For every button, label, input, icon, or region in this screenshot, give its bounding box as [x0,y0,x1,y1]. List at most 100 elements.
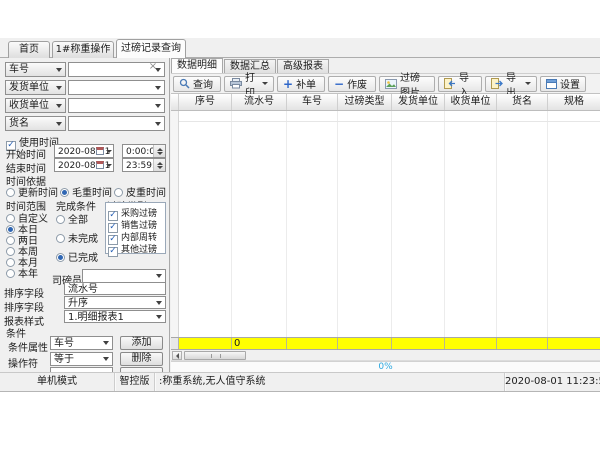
summary-cell [338,338,392,349]
summary-cell [548,338,600,349]
sort-order-select[interactable]: 升序 [64,296,166,309]
grid-column [338,111,392,337]
tab-record-query[interactable]: 过磅记录查询× [116,39,186,58]
tab-record-query-label: 过磅记录查询 [121,43,181,54]
content-area: 车号 发货单位 收货单位 [0,58,600,372]
add-condition-button[interactable]: 添加 [120,336,163,350]
chevron-down-icon [151,99,164,112]
start-date-picker[interactable]: 2020-08-01 [54,144,114,158]
void-label: 作废 [347,76,367,91]
summary-cell [497,338,548,349]
filter-field-receiver[interactable]: 收货单位 [5,98,66,113]
data-toolbar: 查询 打印 + 补单 − 作废 过磅图片 [171,73,600,94]
col-serial[interactable]: 流水号 [232,94,287,110]
picture-icon [385,79,397,89]
col-goods[interactable]: 货名 [497,94,548,110]
radio-range-year[interactable]: 本年 [6,265,38,280]
summary-row: 0 [171,337,600,350]
radio-state-finished-label: 已完成 [68,253,98,264]
filter-field-shipper-label: 发货单位 [9,82,49,93]
weigher-select[interactable] [82,269,166,283]
condition-op-label: 操作符 [8,355,38,370]
filter-field-goods-label: 货名 [9,118,29,129]
print-button[interactable]: 打印 [224,76,274,92]
tab-home[interactable]: 首页 [8,41,50,58]
radio-state-all-label: 全部 [68,215,88,226]
radio-icon [6,188,15,197]
tab-data-detail-label: 数据明细 [177,60,217,71]
filter-field-vehicle[interactable]: 车号 [5,62,66,77]
chevron-down-icon [52,117,65,130]
radio-state-all[interactable]: 全部 [56,211,88,226]
status-mode: 单机模式 [0,373,115,391]
col-spec[interactable]: 规格 [548,94,600,110]
col-shipper[interactable]: 发货单位 [392,94,445,110]
filter-field-goods[interactable]: 货名 [5,116,66,131]
tab-advanced-report[interactable]: 高级报表 [277,59,329,73]
chevron-down-icon [152,297,165,308]
condition-attr-select[interactable]: 车号 [50,336,113,350]
condition-op-select[interactable]: 等于 [50,352,113,366]
condition-attr-value: 车号 [54,338,74,349]
radio-icon [56,215,65,224]
end-date-picker[interactable]: 2020-08-01 [54,158,114,172]
plus-icon: + [283,79,293,89]
data-panel: 数据明细 数据汇总 高级报表 查询 打印 + 补单 [171,58,600,372]
chevron-down-icon [52,63,65,76]
table-body[interactable] [171,111,600,337]
sort-field-input[interactable]: 流水号 [64,282,166,295]
report-style-value: 1.明细报表1 [68,312,124,323]
scroll-left-arrow-icon[interactable] [172,351,182,360]
radio-gross-time[interactable]: 毛重时间 [60,184,112,199]
tab-weigh-operation[interactable]: 1#称重操作 [52,41,114,58]
import-button[interactable]: 导入 [438,76,482,92]
filter-value-goods[interactable] [68,116,165,131]
filter-value-receiver[interactable] [68,98,165,113]
sort-order-label: 排序字段 [4,299,44,314]
radio-tare-time[interactable]: 皮重时间 [114,184,166,199]
query-button[interactable]: 查询 [173,76,221,92]
tab-data-detail[interactable]: 数据明细 [171,58,223,73]
radio-state-unfinished[interactable]: 未完成 [56,230,98,245]
filter-field-vehicle-label: 车号 [9,64,29,75]
filter-field-shipper[interactable]: 发货单位 [5,80,66,95]
col-receiver[interactable]: 收货单位 [445,94,497,110]
delete-condition-button[interactable]: 删除 [120,352,163,366]
spinner-up-down-icon[interactable] [153,145,165,157]
import-icon [444,78,456,89]
radio-state-finished[interactable]: 已完成 [56,249,98,264]
spinner-up-down-icon[interactable] [153,159,165,171]
weigh-photos-button[interactable]: 过磅图片 [379,76,435,92]
end-time-spinner[interactable]: 23:59:59 [122,158,166,172]
grid-column [287,111,338,337]
grid-column [548,111,600,337]
start-time-spinner[interactable]: 0:00:00 [122,144,166,158]
settings-window-icon [546,79,557,89]
chevron-down-icon [52,81,65,94]
printer-icon [230,78,242,89]
horizontal-scrollbar[interactable] [171,350,600,361]
scrollbar-thumb[interactable] [184,351,246,360]
grid-column [497,111,548,337]
col-seq[interactable]: 序号 [179,94,232,110]
summary-cell [445,338,497,349]
summary-cell [287,338,338,349]
close-icon[interactable]: × [149,61,157,72]
summary-row-header [171,338,179,349]
radio-icon [114,188,123,197]
tab-advanced-report-label: 高级报表 [283,61,323,72]
minus-icon: − [334,79,344,89]
supplement-button[interactable]: + 补单 [277,76,325,92]
check-other[interactable]: ✓其他过磅 [108,242,157,257]
col-vehicle[interactable]: 车号 [287,94,338,110]
void-button[interactable]: − 作废 [328,76,376,92]
settings-button[interactable]: 设置 [540,76,586,92]
app-window: 首页 1#称重操作 过磅记录查询× 车号 发货单位 [0,38,600,392]
radio-range-year-label: 本年 [18,269,38,280]
report-style-select[interactable]: 1.明细报表1 [64,310,166,323]
filter-value-shipper[interactable] [68,80,165,95]
col-weigh-type[interactable]: 过磅类型 [338,94,392,110]
radio-update-time[interactable]: 更新时间 [6,184,58,199]
chevron-down-icon [262,82,268,85]
export-button[interactable]: 导出 [485,76,537,92]
